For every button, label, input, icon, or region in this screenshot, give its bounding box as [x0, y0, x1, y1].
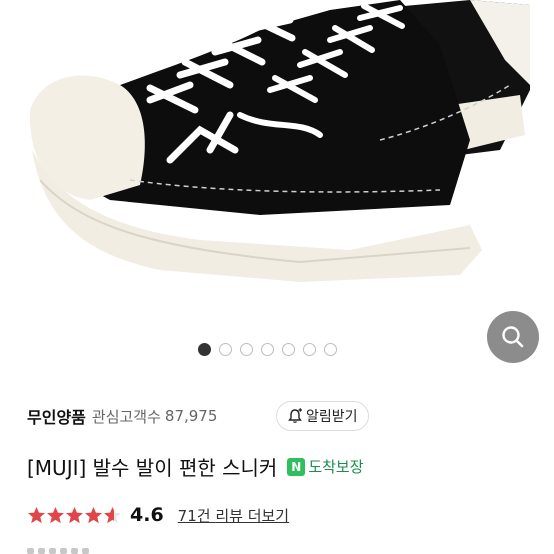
- rating-stars: [27, 506, 122, 525]
- gallery-dot[interactable]: [303, 343, 316, 356]
- alert-button[interactable]: 알림받기: [276, 401, 369, 431]
- next-section-peek: [27, 548, 127, 554]
- gallery-dot[interactable]: [198, 343, 211, 356]
- gallery-dot[interactable]: [219, 343, 232, 356]
- gallery-dot[interactable]: [282, 343, 295, 356]
- brand-name[interactable]: 무인양품: [27, 404, 86, 428]
- gallery-dot[interactable]: [324, 343, 337, 356]
- reviews-link[interactable]: 71건 리뷰 더보기: [178, 505, 289, 526]
- star-icon: [104, 506, 121, 523]
- reviews-count: 71건: [177, 506, 211, 525]
- alert-label: 알림받기: [306, 409, 358, 425]
- star-icon: [47, 506, 64, 523]
- search-icon: [502, 326, 524, 348]
- delivery-badge: N 도착보장: [287, 456, 364, 477]
- fans-count: 87,975: [164, 407, 218, 425]
- star-icon: [85, 506, 102, 523]
- gallery-dot[interactable]: [261, 343, 274, 356]
- gallery-pagination: [198, 343, 337, 356]
- n-delivery-icon: N: [287, 457, 306, 476]
- title-row: [MUJI] 발수 발이 편한 스니커 N 도착보장: [27, 452, 364, 481]
- star-icon: [66, 506, 83, 523]
- fans-label: 관심고객수: [91, 407, 161, 426]
- product-image[interactable]: [0, 0, 554, 328]
- rating-row: 4.6 71건 리뷰 더보기: [27, 504, 289, 526]
- rating-score: 4.6: [130, 504, 164, 526]
- sneaker-image: [29, 0, 530, 282]
- bell-plus-icon: [288, 408, 302, 423]
- star-icon: [28, 506, 45, 523]
- product-title: [MUJI] 발수 발이 편한 스니커: [27, 456, 278, 480]
- brand-row: 무인양품 관심고객수 87,975 알림받기: [27, 401, 536, 431]
- gallery-dot[interactable]: [240, 343, 253, 356]
- zoom-button[interactable]: [487, 311, 539, 363]
- reviews-label: 리뷰 더보기: [215, 506, 290, 525]
- delivery-badge-label: 도착보장: [308, 458, 364, 476]
